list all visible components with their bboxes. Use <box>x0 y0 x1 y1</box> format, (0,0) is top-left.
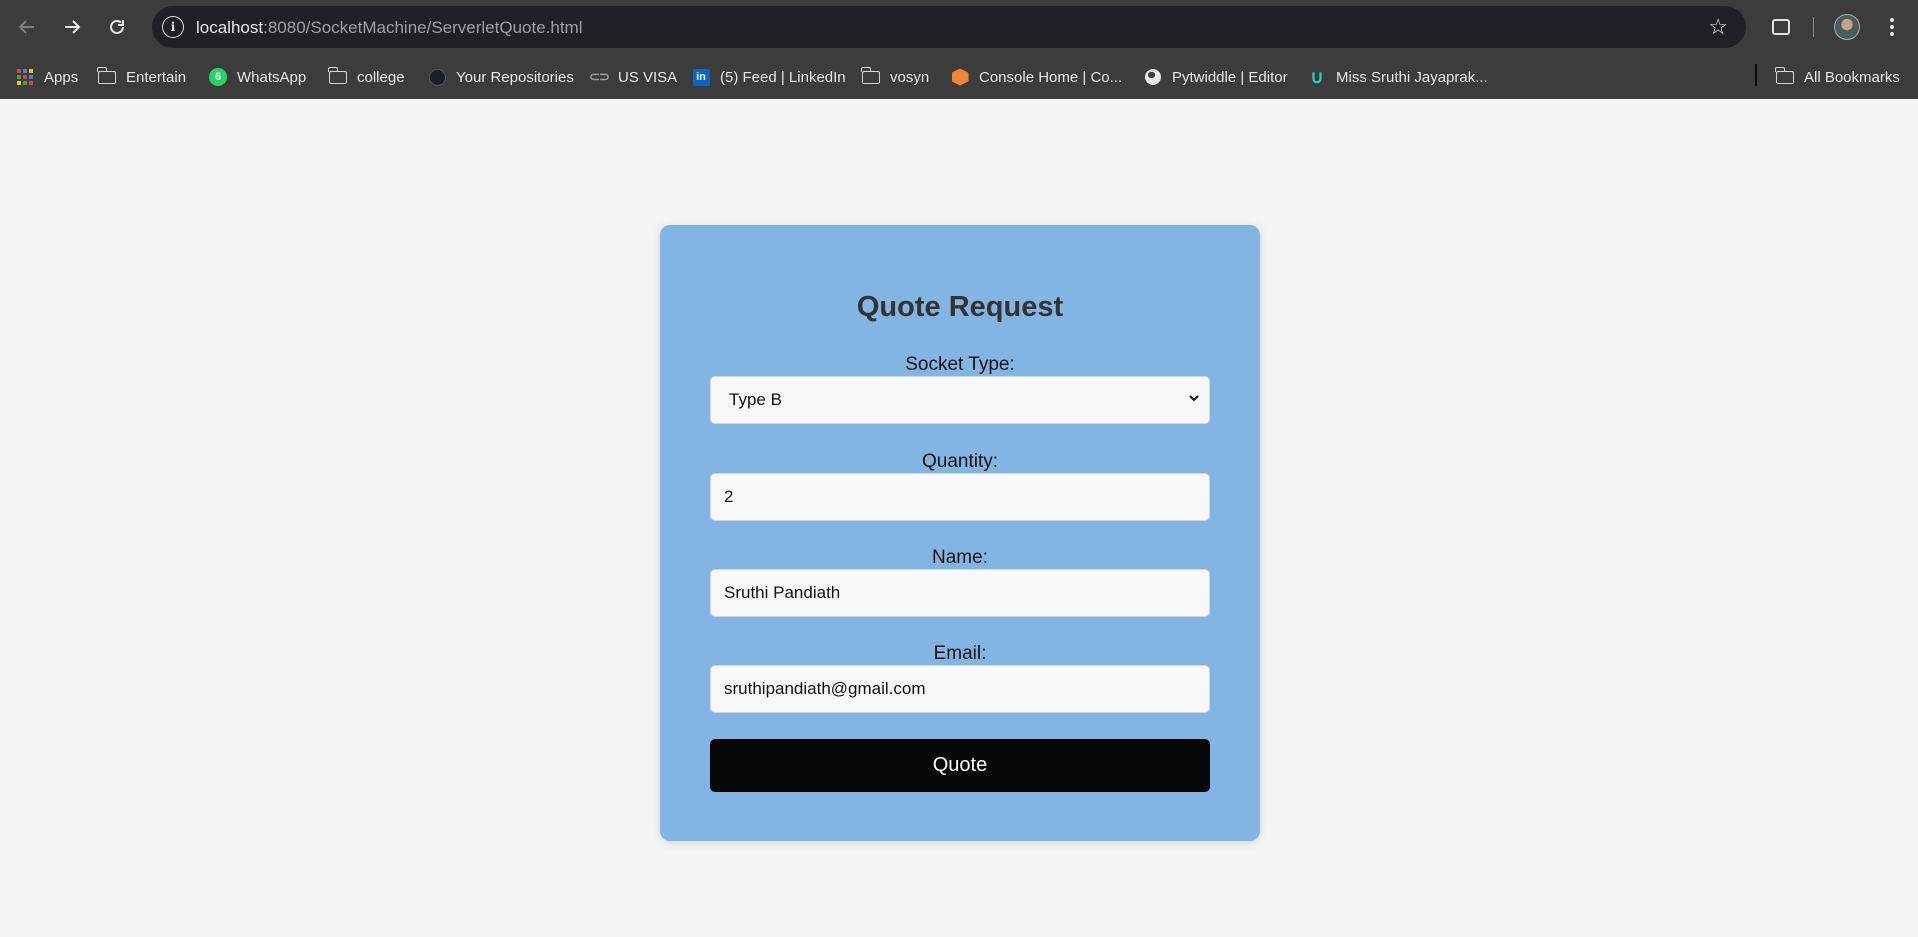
reload-button[interactable] <box>102 12 132 42</box>
bookmark-your-repositories[interactable]: Your Repositories <box>428 64 574 90</box>
bookmark-label: US VISA <box>618 68 678 86</box>
address-url[interactable]: localhost:8080/SocketMachine/ServerletQu… <box>196 18 583 38</box>
bookmark-label: college <box>357 68 405 86</box>
email-label: Email: <box>933 643 987 664</box>
quantity-label: Quantity: <box>921 451 999 472</box>
magnet-icon: ∪ <box>1310 66 1324 87</box>
url-host: localhost <box>196 18 264 37</box>
bookmark-linkedin[interactable]: in (5) Feed | LinkedIn <box>692 64 846 90</box>
bookmark-label: Your Repositories <box>456 68 574 86</box>
bookmark-apps[interactable]: Apps <box>16 64 78 90</box>
browser-toolbar: i localhost:8080/SocketMachine/Serverlet… <box>0 0 1918 54</box>
socket-type-value: Type B <box>729 390 782 409</box>
back-arrow-icon <box>18 20 34 34</box>
bookmark-us-visa[interactable]: ⊂⊃ US VISA <box>589 64 678 90</box>
bookmark-pytwiddle[interactable]: Pytwiddle | Editor <box>1144 64 1288 90</box>
email-value: sruthipandiath@gmail.com <box>724 679 926 698</box>
whatsapp-icon: 6 <box>209 68 227 86</box>
name-label: Name: <box>932 547 988 568</box>
bookmark-console-home[interactable]: Console Home | Co... <box>951 64 1122 90</box>
link-icon: ⊂⊃ <box>589 69 610 84</box>
all-bookmarks[interactable]: All Bookmarks <box>1775 64 1900 90</box>
reload-icon <box>110 19 124 34</box>
form-title: Quote Request <box>856 291 1064 323</box>
bookmark-college[interactable]: college <box>328 64 405 90</box>
bookmark-vosyn[interactable]: vosyn <box>861 64 930 90</box>
bookmark-label: Entertain <box>126 68 187 86</box>
quantity-input[interactable]: 2 <box>710 473 1210 521</box>
bookmark-whatsapp[interactable]: 6 WhatsApp <box>209 64 306 90</box>
puzzle-icon <box>1772 19 1790 35</box>
bookmark-label: (5) Feed | LinkedIn <box>720 68 846 86</box>
forward-button[interactable] <box>57 12 87 42</box>
email-input[interactable]: sruthipandiath@gmail.com <box>710 665 1210 713</box>
folder-icon <box>861 66 880 86</box>
quote-request-card: Quote Request Socket Type: Type B Quanti… <box>660 225 1260 841</box>
bookmark-entertain[interactable]: Entertain <box>97 64 187 90</box>
all-bookmarks-label: All Bookmarks <box>1804 68 1900 86</box>
bookmark-label: Pytwiddle | Editor <box>1172 68 1288 86</box>
apps-grid-icon <box>16 68 34 86</box>
page-content: Quote Request Socket Type: Type B Quanti… <box>0 99 1918 937</box>
bookmark-star-icon[interactable]: ☆ <box>1708 14 1728 40</box>
quantity-value: 2 <box>724 487 734 506</box>
back-button[interactable] <box>12 12 42 42</box>
address-bar[interactable]: i localhost:8080/SocketMachine/Serverlet… <box>152 6 1746 48</box>
bookmarks-separator <box>1755 64 1757 86</box>
bookmark-label: vosyn <box>890 68 930 86</box>
quote-button[interactable]: Quote <box>710 739 1210 792</box>
url-path: :8080/SocketMachine/ServerletQuote.html <box>263 18 583 37</box>
browser-chrome: i localhost:8080/SocketMachine/Serverlet… <box>0 0 1918 99</box>
name-input[interactable]: Sruthi Pandiath <box>710 569 1210 617</box>
aws-icon <box>951 68 969 86</box>
profile-avatar[interactable] <box>1834 14 1860 40</box>
linkedin-icon: in <box>692 68 710 86</box>
chevron-down-icon <box>1189 395 1199 402</box>
quote-button-label: Quote <box>932 754 988 776</box>
bookmark-label: WhatsApp <box>237 68 307 86</box>
extensions-button[interactable] <box>1768 12 1794 42</box>
folder-icon <box>1775 66 1794 86</box>
site-info-icon[interactable]: i <box>162 16 184 38</box>
github-icon <box>428 68 446 86</box>
name-value: Sruthi Pandiath <box>724 583 841 602</box>
socket-type-label: Socket Type: <box>905 354 1015 375</box>
bookmark-label: Miss Sruthi Jayaprak... <box>1336 68 1488 86</box>
socket-type-select[interactable]: Type B <box>710 376 1210 424</box>
globe-icon <box>1144 68 1162 86</box>
folder-icon <box>97 66 116 86</box>
bookmark-label: Apps <box>44 68 79 86</box>
bookmarks-bar: Apps Entertain 6 WhatsApp college Your R… <box>0 54 1918 99</box>
bookmark-label: Console Home | Co... <box>979 68 1123 86</box>
folder-icon <box>328 66 347 86</box>
bookmark-miss-sruthi[interactable]: ∪ Miss Sruthi Jayaprak... <box>1308 64 1488 90</box>
browser-menu-icon[interactable] <box>1882 12 1902 42</box>
forward-arrow-icon <box>65 20 81 34</box>
toolbar-divider <box>1813 17 1814 37</box>
